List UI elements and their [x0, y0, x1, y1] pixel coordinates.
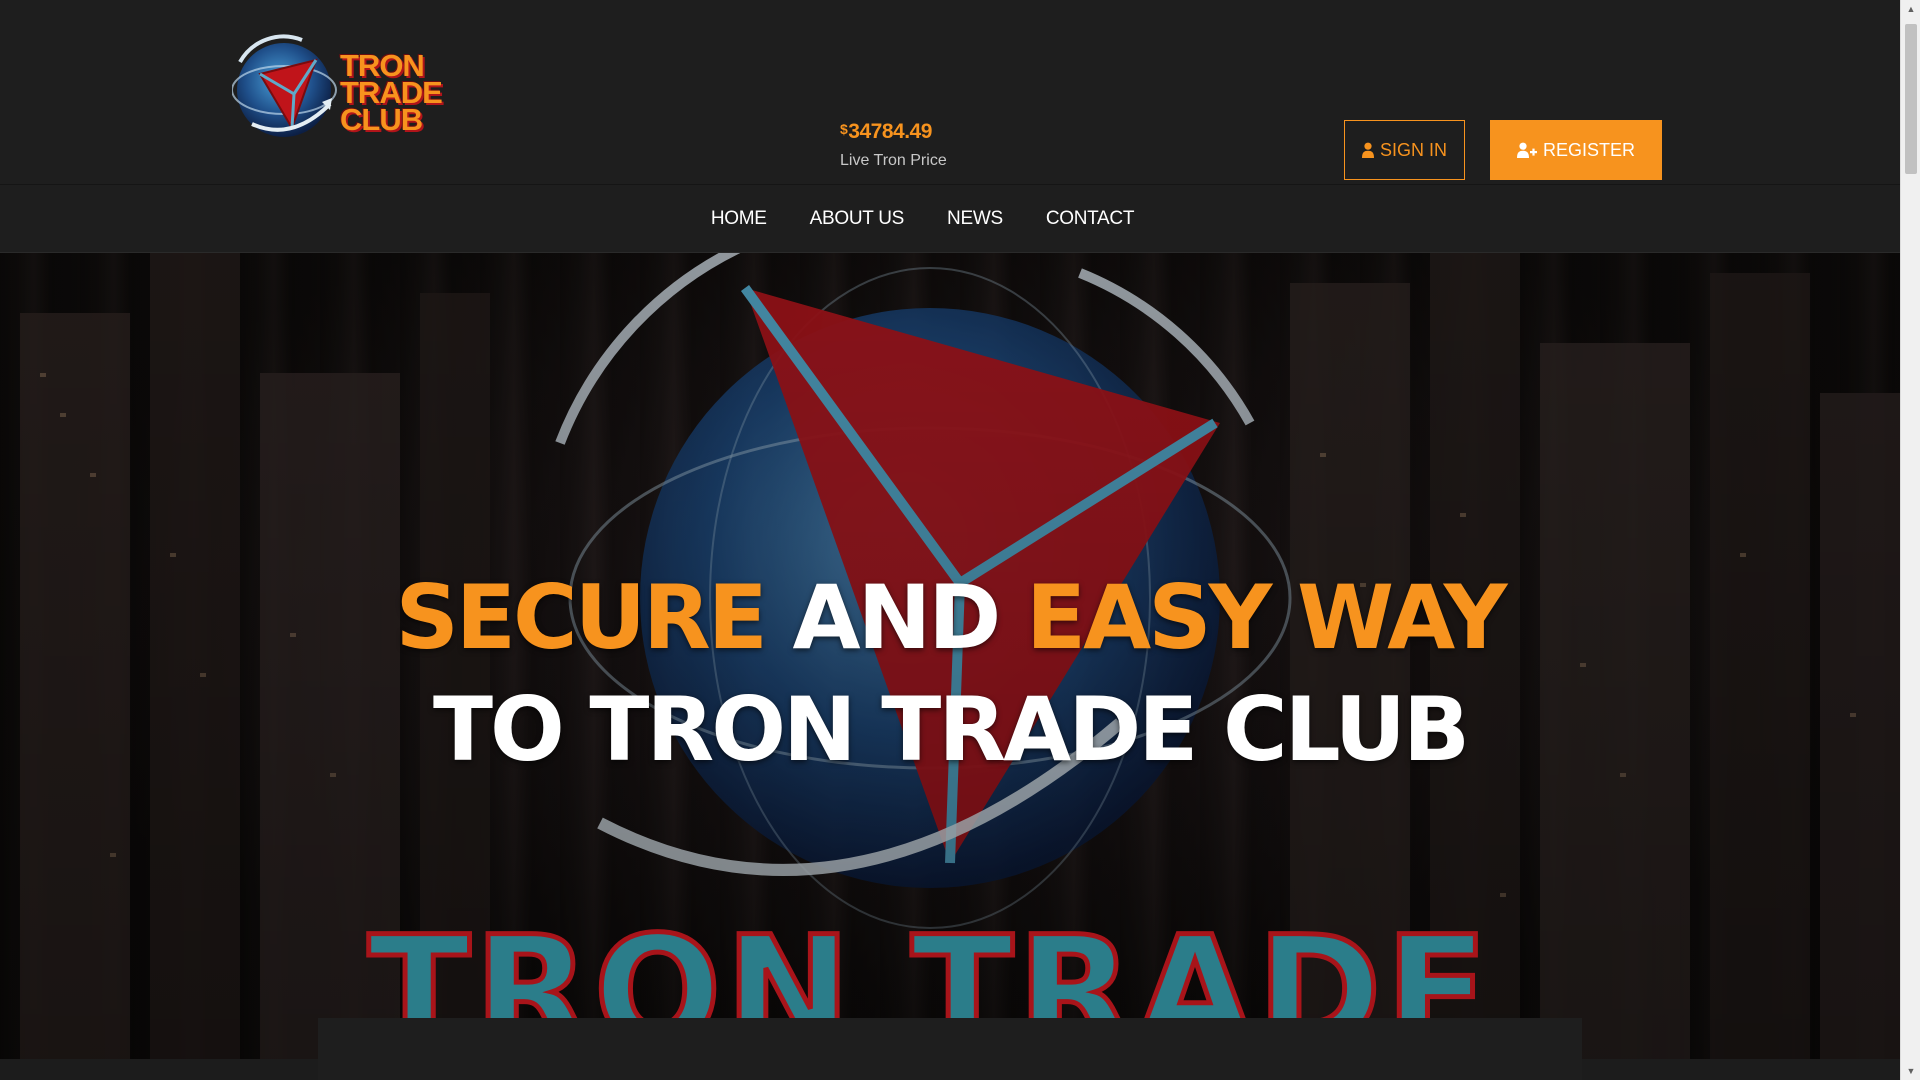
user-icon — [1361, 142, 1374, 158]
site-header: TRON TRADE CLUB $34784.49 Live Tron Pric… — [0, 0, 1900, 184]
main-navigation: HOME ABOUT US NEWS CONTACT — [0, 184, 1900, 253]
site-logo[interactable]: TRON TRADE CLUB — [232, 32, 452, 150]
price-amount: 34784.49 — [848, 120, 932, 143]
hero-headline: SECURE AND EASY WAY TO TRON TRADE CLUB — [0, 562, 1900, 786]
nav-menu: HOME ABOUT US NEWS CONTACT — [711, 208, 1135, 230]
tron-globe-icon — [232, 34, 337, 137]
user-plus-icon — [1516, 142, 1537, 158]
scrollbar-thumb[interactable] — [1905, 24, 1917, 174]
logo-wordmark: TRON TRADE CLUB — [340, 48, 443, 137]
currency-symbol: $ — [840, 121, 848, 137]
scroll-up-arrow-icon[interactable]: ▲ — [1901, 0, 1920, 18]
page: TRON TRADE CLUB $34784.49 Live Tron Pric… — [0, 0, 1900, 1080]
nav-item-news[interactable]: NEWS — [947, 208, 1003, 230]
vertical-scrollbar[interactable]: ▲ ▼ — [1900, 0, 1920, 1080]
headline-word-secure: SECURE — [395, 565, 768, 669]
nav-item-home[interactable]: HOME — [711, 208, 767, 230]
content-panel — [318, 1018, 1582, 1080]
scroll-down-arrow-icon[interactable]: ▼ — [1901, 1062, 1920, 1080]
nav-item-contact[interactable]: CONTACT — [1046, 208, 1135, 230]
headline-word-and: AND — [792, 565, 1002, 669]
live-price-widget: $34784.49 Live Tron Price — [840, 120, 947, 170]
sign-in-label: SIGN IN — [1379, 139, 1447, 160]
price-label: Live Tron Price — [840, 152, 947, 169]
register-button[interactable]: REGISTER — [1490, 120, 1662, 180]
register-label: REGISTER — [1542, 139, 1635, 160]
headline-words-easy-way: EASY WAY — [1026, 565, 1507, 669]
nav-item-about-us[interactable]: ABOUT US — [810, 208, 905, 230]
hero-banner: TRON TRADE SECURE AND EASY WAY TO TRON T… — [0, 253, 1900, 1059]
price-value: $34784.49 — [840, 120, 947, 144]
sign-in-button[interactable]: SIGN IN — [1344, 120, 1465, 180]
headline-line-2: TO TRON TRADE CLUB — [432, 677, 1470, 781]
